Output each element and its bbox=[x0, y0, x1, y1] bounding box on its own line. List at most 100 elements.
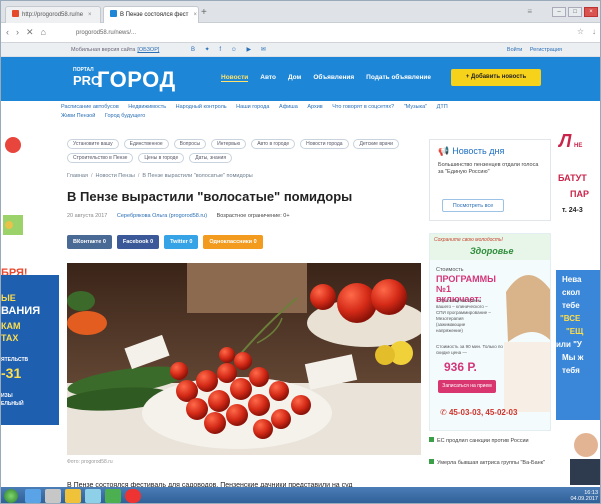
right-ad-text: "ВСЕ bbox=[560, 314, 581, 323]
start-button[interactable] bbox=[4, 489, 18, 503]
tag-chip[interactable]: Детские врачи bbox=[353, 139, 399, 149]
register-link[interactable]: Регистрация bbox=[530, 47, 562, 53]
ad-phone: ✆ 45-03-03, 45-02-03 bbox=[440, 408, 517, 417]
ad-price: 936 Р. bbox=[444, 360, 477, 374]
close-icon[interactable]: × bbox=[88, 12, 92, 18]
tag-chip[interactable]: Строительство в Пензе bbox=[67, 153, 134, 163]
clinic-ad-header: Сохраните свою молодость! Здоровье bbox=[430, 234, 550, 260]
subnav-item[interactable]: ДТП bbox=[437, 104, 448, 110]
tab-1[interactable]: http://progorod58.ru/ne × bbox=[5, 6, 101, 23]
left-ad-graphic bbox=[1, 125, 59, 265]
forward-button[interactable]: › bbox=[16, 27, 19, 38]
subnav-item[interactable]: Город будущего bbox=[105, 113, 145, 119]
app-icon[interactable] bbox=[85, 489, 101, 503]
bookmark-icon[interactable]: ☆ bbox=[577, 27, 584, 36]
nav-auto[interactable]: Авто bbox=[260, 74, 276, 82]
subnav-item[interactable]: Народный контроль bbox=[176, 104, 227, 110]
mini-news-text: ЕС продлил санкции против России bbox=[437, 438, 529, 444]
subnav-item[interactable]: Что говорят в соцсетях? bbox=[332, 104, 394, 110]
right-ad-text: "ЕЩ bbox=[566, 327, 584, 336]
left-ad-text: ЯТЕЛЬСТВ bbox=[1, 357, 29, 363]
overview-badge[interactable]: [ОБЗОР] bbox=[137, 47, 159, 53]
nav-home[interactable]: Дом bbox=[288, 74, 301, 82]
maximize-button[interactable]: □ bbox=[568, 7, 582, 17]
share-count: 0 bbox=[189, 239, 193, 245]
right-banner-ad[interactable]: Л НЕ БАТУТ ПАР т. 24-3 Нева скол тебе "В… bbox=[556, 125, 600, 485]
tag-chip[interactable]: Вопросы bbox=[173, 139, 207, 149]
nav-news[interactable]: Новости bbox=[221, 74, 249, 82]
share-vk-button[interactable]: ВКонтакте 0 bbox=[67, 235, 112, 249]
system-clock[interactable]: 16:13 04.09.2017 bbox=[570, 490, 598, 502]
download-icon[interactable]: ↓ bbox=[592, 27, 596, 36]
subnav-item[interactable]: Расписание автобусов bbox=[61, 104, 119, 110]
left-ad-text: ТАХ bbox=[1, 333, 19, 343]
ad-signup-button[interactable]: Записаться на прием bbox=[438, 380, 496, 393]
browser-window: http://progorod58.ru/ne × В Пензе состоял… bbox=[0, 0, 601, 504]
main-nav: Новости Авто Дом Объявления Подать объяв… bbox=[221, 74, 431, 82]
tag-chip[interactable]: Новости города bbox=[300, 139, 349, 149]
view-all-button[interactable]: Посмотреть все bbox=[442, 199, 504, 212]
url-input[interactable]: progorod58.ru/news/... bbox=[76, 27, 526, 39]
media-icon[interactable] bbox=[45, 489, 61, 503]
tab-2[interactable]: В Пензе состоялся фест × bbox=[103, 6, 199, 23]
news-thumb-icon bbox=[429, 459, 434, 464]
share-count: 0 bbox=[102, 239, 106, 245]
subnav-item[interactable]: Живи Пензой bbox=[61, 113, 95, 119]
menu-icon[interactable]: ≡ bbox=[527, 7, 532, 16]
subnav-item[interactable]: Недвижимость bbox=[128, 104, 166, 110]
back-button[interactable]: ‹ bbox=[6, 27, 9, 38]
clinic-ad[interactable]: Сохраните свою молодость! Здоровье Стоим… bbox=[429, 233, 551, 431]
nav-ads[interactable]: Объявления bbox=[313, 74, 354, 82]
article-photo bbox=[67, 263, 421, 455]
tag-chip[interactable]: Единственное bbox=[123, 139, 169, 149]
mini-news-item[interactable]: ЕС продлил санкции против России bbox=[429, 437, 551, 445]
right-ad-text: БАТУТ bbox=[558, 173, 587, 183]
tag-chip[interactable]: Даты, знания bbox=[189, 153, 233, 163]
age-limit: Возрастное ограничение: 0+ bbox=[216, 213, 290, 219]
mobile-version-label[interactable]: Мобильная версия сайта bbox=[71, 47, 135, 53]
site-top-strip: Мобильная версия сайта [ОБЗОР] В ✦ f ☺ ▶ … bbox=[1, 43, 600, 57]
share-ok-button[interactable]: Одноклассники 0 bbox=[203, 235, 263, 249]
breadcrumb-item[interactable]: Главная bbox=[67, 173, 88, 179]
ad-woman-image bbox=[504, 275, 550, 412]
tab-label: В Пензе состоялся фест bbox=[120, 12, 189, 18]
stop-button[interactable]: ✕ bbox=[26, 27, 34, 38]
share-twitter-button[interactable]: Twitter 0 bbox=[164, 235, 199, 249]
app-icon[interactable] bbox=[105, 489, 121, 503]
social-icons[interactable]: В ✦ f ☺ ▶ ✉ bbox=[191, 46, 270, 53]
tag-chip[interactable]: Интервью bbox=[211, 139, 247, 149]
ad-text: Стоимость за 90 мин. Только по скидке це… bbox=[436, 344, 503, 355]
new-tab-button[interactable]: + bbox=[201, 7, 207, 18]
share-label: Facebook bbox=[122, 239, 149, 245]
left-banner-ad[interactable]: БРЯ! ЫЕ ВАНИЯ КАМ ТАХ ЯТЕЛЬСТВ -31 ИЗЫ Е… bbox=[1, 125, 59, 485]
article-title: В Пензе вырастили "волосатые" помидоры bbox=[67, 189, 353, 204]
tag-chip[interactable]: Установите вашу bbox=[67, 139, 119, 149]
login-link[interactable]: Войти bbox=[507, 47, 522, 53]
mini-news-item[interactable]: Умерла бывшая актриса группы "Ва-Банк" bbox=[429, 459, 551, 467]
breadcrumb-item[interactable]: Новости Пензы bbox=[95, 173, 134, 179]
left-ad-text: ЕЛЬНЫЙ bbox=[1, 401, 24, 407]
article-author[interactable]: Серебрякова Ольга (progorod58.ru) bbox=[117, 213, 207, 219]
tag-chip[interactable]: Авто в городе bbox=[251, 139, 296, 149]
add-news-button[interactable]: + Добавить новость bbox=[451, 69, 541, 86]
share-count: 0 bbox=[253, 239, 257, 245]
subnav-item[interactable]: Архив bbox=[307, 104, 322, 110]
tag-chip[interactable]: Цены в городе bbox=[138, 153, 185, 163]
nav-post-ad[interactable]: Подать объявление bbox=[366, 74, 431, 82]
close-icon[interactable]: × bbox=[193, 12, 197, 18]
subnav-item[interactable]: Афиша bbox=[279, 104, 298, 110]
site-logo[interactable]: ПОРТАЛ PRO ГОРОД bbox=[73, 67, 175, 92]
home-icon[interactable]: ⌂ bbox=[41, 27, 46, 38]
subnav-item[interactable]: "Музыка" bbox=[404, 104, 427, 110]
folder-icon[interactable] bbox=[65, 489, 81, 503]
close-window-button[interactable]: × bbox=[584, 7, 598, 17]
explorer-icon[interactable] bbox=[25, 489, 41, 503]
site-header: ПОРТАЛ PRO ГОРОД Новости Авто Дом Объявл… bbox=[1, 57, 600, 101]
opera-icon[interactable] bbox=[125, 489, 141, 503]
subnav-item[interactable]: Наши города bbox=[236, 104, 269, 110]
phone-icon: ✆ bbox=[440, 408, 449, 417]
minimize-button[interactable]: – bbox=[552, 7, 566, 17]
window-controls: – □ × bbox=[552, 7, 598, 17]
share-facebook-button[interactable]: Facebook 0 bbox=[116, 235, 160, 249]
news-day-text[interactable]: Большинство пензенцев отдали голоса за "… bbox=[438, 162, 544, 176]
